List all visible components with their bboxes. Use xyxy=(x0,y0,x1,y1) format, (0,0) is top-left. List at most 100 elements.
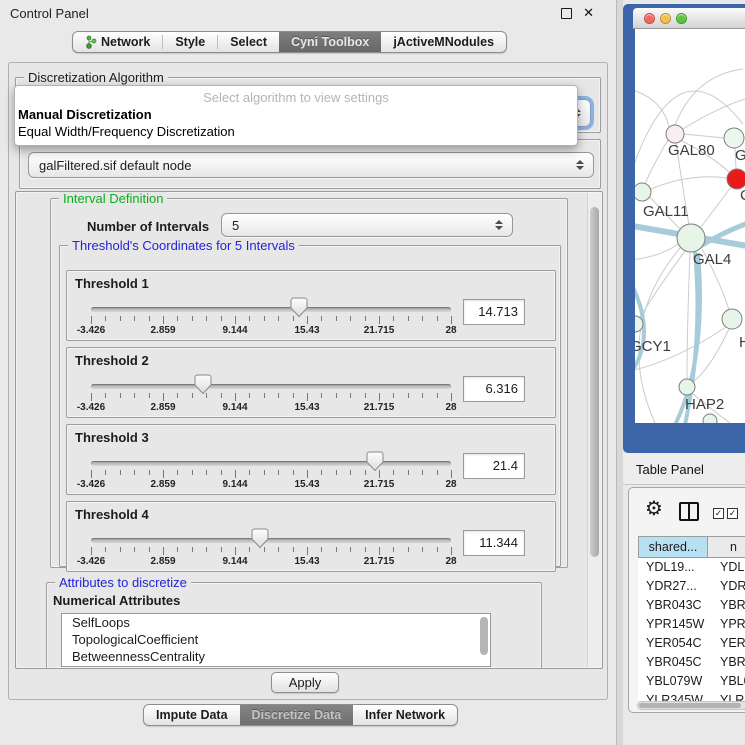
slider-tick-label: -3.426 xyxy=(77,556,105,567)
network-node-gal4[interactable] xyxy=(677,224,705,252)
table-panel-title: Table Panel xyxy=(636,462,704,477)
slider-tick-label: 21.715 xyxy=(364,479,395,490)
cell-name: YDL1 xyxy=(708,558,745,577)
settings-vertical-scrollbar[interactable] xyxy=(587,193,601,667)
slider-tick xyxy=(192,316,193,321)
settings-scroll-panel: Interval Definition Number of Intervals … xyxy=(15,191,603,669)
network-edge[interactable] xyxy=(640,251,685,317)
slider-tick xyxy=(91,470,92,478)
table-row[interactable]: YDL19...YDL1 xyxy=(638,558,745,577)
slider-tick xyxy=(105,393,106,398)
network-node-gal11[interactable] xyxy=(635,183,651,201)
slider-tick xyxy=(206,470,207,475)
dropdown-item[interactable]: Manual Discretization xyxy=(15,106,577,123)
tab-impute-data[interactable]: Impute Data xyxy=(144,705,240,725)
network-node-hap2[interactable] xyxy=(679,379,695,395)
slider-tick xyxy=(235,547,236,555)
table-row[interactable]: YDR27...YDR2 xyxy=(638,577,745,596)
tab-infer-network[interactable]: Infer Network xyxy=(353,705,457,725)
slider-thumb[interactable] xyxy=(290,297,308,318)
window-minimize-icon[interactable] xyxy=(660,13,671,24)
attribute-list-item[interactable]: SelfLoops xyxy=(62,614,490,631)
attribute-list-item[interactable]: TopologicalCoefficient xyxy=(62,631,490,648)
table-row[interactable]: YPR145WYPR1 xyxy=(638,615,745,634)
slider-track[interactable] xyxy=(91,307,451,312)
slider-tick xyxy=(105,316,106,321)
table-row[interactable]: YBR043CYBR0 xyxy=(638,596,745,615)
tab-cyni-toolbox[interactable]: Cyni Toolbox xyxy=(279,32,381,52)
network-node-h[interactable] xyxy=(722,309,742,329)
slider-tick xyxy=(177,316,178,321)
slider-tick-label: 15.43 xyxy=(294,479,319,490)
threshold-value-field[interactable]: 14.713 xyxy=(463,299,525,325)
slider-tick xyxy=(163,547,164,555)
window-close-icon[interactable] xyxy=(644,13,655,24)
slider-track[interactable] xyxy=(91,461,451,466)
network-edge[interactable] xyxy=(635,244,678,260)
tab-jactivemnodules[interactable]: jActiveMNodules xyxy=(381,32,506,52)
numerical-attributes-list[interactable]: SelfLoopsTopologicalCoefficientBetweenne… xyxy=(61,613,491,667)
split-view-icon[interactable] xyxy=(679,502,699,521)
slider-thumb[interactable] xyxy=(251,528,269,549)
network-edge[interactable] xyxy=(683,99,745,129)
threshold-value-field[interactable]: 21.4 xyxy=(463,453,525,479)
table-horizontal-scrollbar[interactable] xyxy=(637,701,745,710)
threshold-value-field[interactable]: 6.316 xyxy=(463,376,525,402)
apply-button[interactable]: Apply xyxy=(271,672,339,693)
scrollbar-thumb[interactable] xyxy=(590,207,599,557)
close-icon[interactable]: ✕ xyxy=(583,5,594,21)
slider-tick xyxy=(120,470,121,475)
dropdown-item[interactable]: Equal Width/Frequency Discretization xyxy=(15,123,577,140)
network-node-c[interactable] xyxy=(727,169,745,189)
column-header-shared-name[interactable]: shared... xyxy=(638,536,708,558)
network-edge[interactable] xyxy=(701,187,731,227)
slider-tick xyxy=(149,393,150,398)
column-select-icon[interactable]: ✓✓ xyxy=(713,508,738,519)
network-edge[interactable] xyxy=(651,177,727,189)
number-of-intervals-combobox[interactable]: 5 xyxy=(221,213,513,237)
table-row[interactable]: YBR045CYBR0 xyxy=(638,653,745,672)
slider-tick xyxy=(307,547,308,555)
slider-tick xyxy=(192,470,193,475)
float-window-icon[interactable] xyxy=(561,8,572,19)
threshold-value-field[interactable]: 11.344 xyxy=(463,530,525,556)
tab-network[interactable]: Network xyxy=(73,32,162,52)
network-node-gal80[interactable] xyxy=(666,125,684,143)
slider-track[interactable] xyxy=(91,384,451,389)
table-row[interactable]: YBL079WYBL0 xyxy=(638,672,745,691)
network-node[interactable] xyxy=(703,414,717,423)
slider-tick-label: 2.859 xyxy=(150,556,175,567)
scrollbar-thumb[interactable] xyxy=(639,703,741,708)
slider-tick xyxy=(321,470,322,475)
table-data-combobox[interactable]: galFiltered.sif default node xyxy=(28,152,594,178)
network-window-titlebar[interactable] xyxy=(633,8,745,29)
table-row[interactable]: YER054CYER0 xyxy=(638,634,745,653)
slider-tick-label: 15.43 xyxy=(294,402,319,413)
network-edge[interactable] xyxy=(684,134,724,138)
attribute-list-item[interactable]: BetweennessCentrality xyxy=(62,648,490,665)
slider-tick xyxy=(293,547,294,552)
slider-thumb[interactable] xyxy=(366,451,384,472)
network-edge[interactable] xyxy=(645,140,668,184)
column-header-name[interactable]: n xyxy=(708,536,745,558)
tab-label: Cyni Toolbox xyxy=(291,35,369,49)
slider-track[interactable] xyxy=(91,538,451,543)
network-node-ga[interactable] xyxy=(724,128,744,148)
slider-tick xyxy=(120,316,121,321)
network-canvas[interactable]: GAL80GACGAL11GAL4GCY1HHAP2 xyxy=(635,29,745,423)
network-edge[interactable] xyxy=(687,252,690,379)
tab-style[interactable]: Style xyxy=(163,32,217,52)
slider-tick xyxy=(307,470,308,478)
node-label: GA xyxy=(735,147,745,164)
tab-discretize-data[interactable]: Discretize Data xyxy=(240,705,354,725)
network-edge[interactable] xyxy=(675,69,743,125)
list-scrollbar[interactable] xyxy=(480,617,488,655)
slider-tick xyxy=(321,547,322,552)
tab-select[interactable]: Select xyxy=(218,32,279,52)
window-zoom-icon[interactable] xyxy=(676,13,687,24)
slider-thumb[interactable] xyxy=(194,374,212,395)
dropdown-placeholder-item[interactable]: Select algorithm to view settings xyxy=(15,89,577,106)
gear-icon[interactable]: ⚙ xyxy=(645,496,663,520)
table-row[interactable]: YLR345WYLR3 xyxy=(638,691,745,701)
slider-tick xyxy=(451,393,452,401)
